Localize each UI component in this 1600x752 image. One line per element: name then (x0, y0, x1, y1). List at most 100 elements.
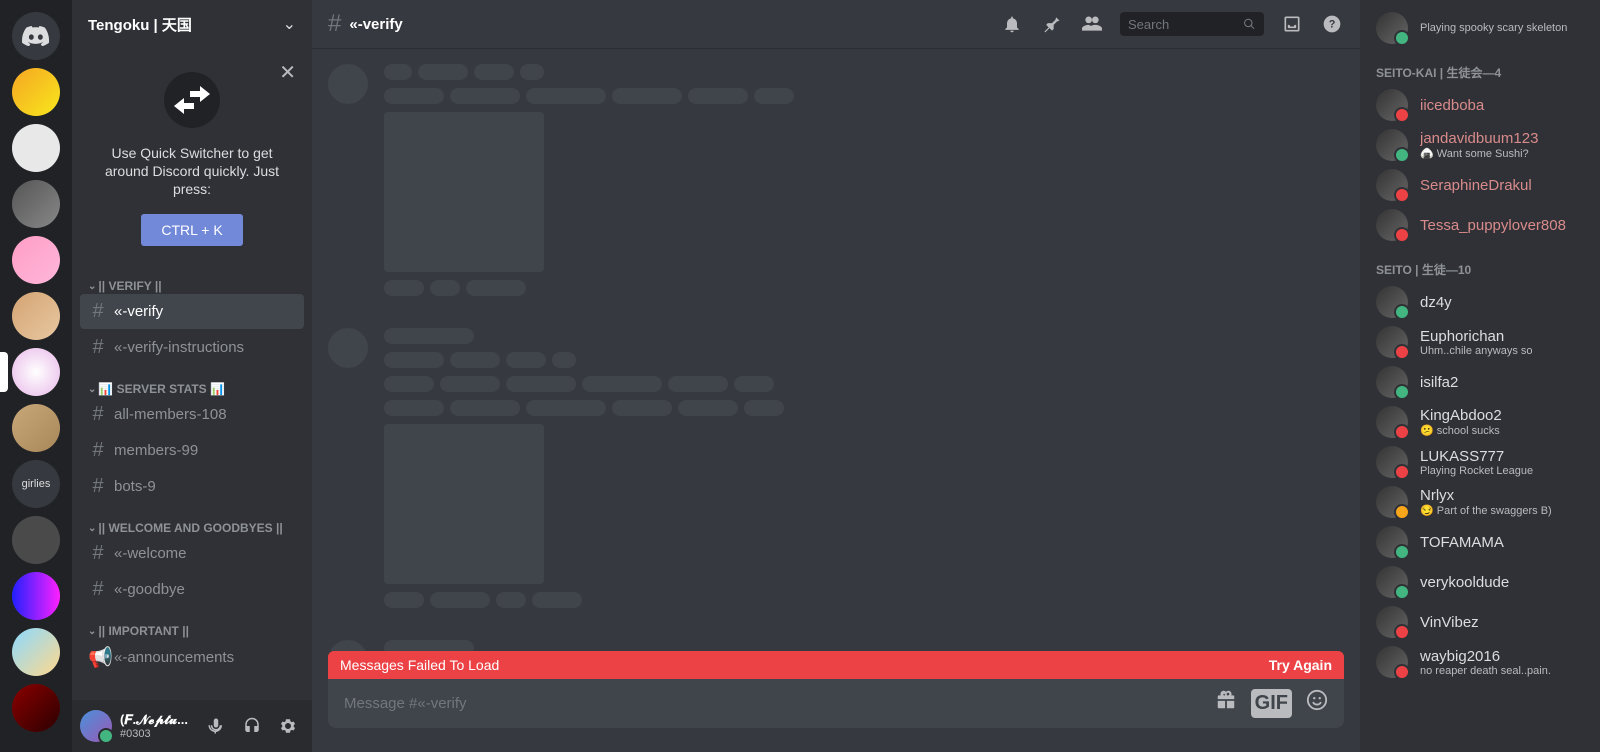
guild-item[interactable] (12, 236, 60, 284)
avatar (1376, 286, 1408, 318)
member-item[interactable]: verykooldude (1368, 562, 1592, 602)
channel-name: «-goodbye (114, 581, 185, 598)
category-header[interactable]: ⌄ || IMPORTANT || (72, 608, 312, 638)
main-chat: # «-verify ? (312, 0, 1360, 752)
member-item[interactable]: LUKASS777Playing Rocket League (1368, 442, 1592, 482)
settings-icon[interactable] (272, 710, 304, 742)
avatar (1376, 566, 1408, 598)
guild-item-active[interactable] (12, 348, 60, 396)
member-item[interactable]: isilfa2 (1368, 362, 1592, 402)
try-again-button[interactable]: Try Again (1269, 657, 1332, 673)
member-item[interactable]: Tessa_puppylover808 (1368, 205, 1592, 245)
member-name: iicedboba (1420, 97, 1584, 114)
deafen-icon[interactable] (236, 710, 268, 742)
channel-name: members-99 (114, 442, 198, 459)
channel-icon: # (88, 403, 108, 426)
quick-switcher-button[interactable]: CTRL + K (141, 214, 242, 246)
channel-name: «-verify (114, 303, 163, 320)
close-icon[interactable]: ✕ (279, 60, 296, 85)
channel-item[interactable]: # «-welcome (80, 536, 304, 571)
user-tag: #0303 (120, 728, 200, 740)
channel-item[interactable]: #bots-9 (80, 469, 304, 504)
avatar (1376, 486, 1408, 518)
member-item[interactable]: KingAbdoo2😕 school sucks (1368, 402, 1592, 442)
svg-text:?: ? (1329, 18, 1336, 30)
channel-item[interactable]: #all-members-108 (80, 397, 304, 432)
guild-item[interactable] (12, 572, 60, 620)
channel-title: «-verify (349, 16, 1000, 33)
channel-icon: # (88, 300, 108, 323)
member-list: Playing spooky scary skeleton SEITO-KAI … (1360, 0, 1600, 752)
guild-item[interactable] (12, 68, 60, 116)
error-message: Messages Failed To Load (340, 657, 499, 673)
channel-name: «-verify-instructions (114, 339, 244, 356)
avatar (1376, 169, 1408, 201)
member-name: verykooldude (1420, 574, 1584, 591)
avatar (1376, 526, 1408, 558)
gif-icon[interactable]: GIF (1251, 689, 1292, 718)
channel-list: ⌄ || VERIFY ||#«-verify#«-verify-instruc… (72, 263, 312, 700)
server-header[interactable]: Tengoku | 天国 ⌄ (72, 0, 312, 48)
notifications-icon[interactable] (1000, 12, 1024, 36)
member-status: Uhm..chile anyways so (1420, 345, 1584, 357)
guild-item[interactable] (12, 684, 60, 732)
channel-sidebar: Tengoku | 天国 ⌄ ✕ Use Quick Switcher to g… (72, 0, 312, 752)
chevron-down-icon: ⌄ (283, 14, 296, 34)
member-item[interactable]: VinVibez (1368, 602, 1592, 642)
channel-item[interactable]: # «-verify (80, 294, 304, 329)
member-item[interactable]: SeraphineDrakul (1368, 165, 1592, 205)
guild-item[interactable] (12, 628, 60, 676)
mute-icon[interactable] (200, 710, 232, 742)
member-item[interactable]: dz4y (1368, 282, 1592, 322)
member-name: SeraphineDrakul (1420, 177, 1584, 194)
user-avatar[interactable] (80, 710, 112, 742)
guild-item[interactable] (12, 404, 60, 452)
category-header[interactable]: ⌄ || WELCOME AND GOODBYES || (72, 505, 312, 535)
channel-icon: # (88, 475, 108, 498)
channel-icon: # (88, 439, 108, 462)
member-item[interactable]: Nrlyx😏 Part of the swaggers B) (1368, 482, 1592, 522)
guild-item[interactable] (12, 292, 60, 340)
pin-icon[interactable] (1040, 12, 1064, 36)
category-header[interactable]: ⌄ 📊 SERVER STATS 📊 (72, 366, 312, 396)
guild-item[interactable]: girlies (12, 460, 60, 508)
member-name: TOFAMAMA (1420, 534, 1584, 551)
member-item[interactable]: EuphorichanUhm..chile anyways so (1368, 322, 1592, 362)
channel-item[interactable]: #«-goodbye (80, 572, 304, 607)
member-name: VinVibez (1420, 614, 1584, 631)
channel-name: «-welcome (114, 545, 187, 562)
message-input[interactable] (344, 695, 1199, 712)
emoji-icon[interactable] (1306, 689, 1328, 718)
search-box[interactable] (1120, 12, 1264, 36)
channel-item[interactable]: 📢«-announcements (80, 639, 304, 676)
help-icon[interactable]: ? (1320, 12, 1344, 36)
home-button[interactable] (12, 12, 60, 60)
search-input[interactable] (1128, 17, 1243, 32)
member-item[interactable]: iicedboba (1368, 85, 1592, 125)
channel-item[interactable]: # members-99 (80, 433, 304, 468)
inbox-icon[interactable] (1280, 12, 1304, 36)
avatar (1376, 446, 1408, 478)
member-item[interactable]: waybig2016no reaper death seal..pain. (1368, 642, 1592, 682)
guild-item[interactable] (12, 180, 60, 228)
quick-switcher-icon (162, 72, 222, 132)
channel-item[interactable]: #«-verify-instructions (80, 330, 304, 365)
gift-icon[interactable] (1215, 689, 1237, 718)
quick-switcher-text: Use Quick Switcher to get around Discord… (88, 144, 296, 198)
member-status: 😕 school sucks (1420, 424, 1584, 437)
avatar (1376, 326, 1408, 358)
quick-switcher-panel: ✕ Use Quick Switcher to get around Disco… (72, 48, 312, 263)
member-group-header: SEITO-KAI | 生徒会—4 (1368, 48, 1592, 85)
channel-icon: # (88, 542, 108, 565)
error-bar: Messages Failed To Load Try Again (328, 651, 1344, 679)
member-status: Playing Rocket League (1420, 465, 1584, 477)
guild-item[interactable] (12, 516, 60, 564)
member-item[interactable]: jandavidbuum123🍙 Want some Sushi? (1368, 125, 1592, 165)
member-item[interactable]: TOFAMAMA (1368, 522, 1592, 562)
member-item[interactable]: Playing spooky scary skeleton (1368, 8, 1592, 48)
category-header[interactable]: ⌄ || VERIFY || (72, 263, 312, 293)
member-name: LUKASS777 (1420, 448, 1584, 465)
member-status: no reaper death seal..pain. (1420, 665, 1584, 677)
members-icon[interactable] (1080, 12, 1104, 36)
guild-item[interactable] (12, 124, 60, 172)
